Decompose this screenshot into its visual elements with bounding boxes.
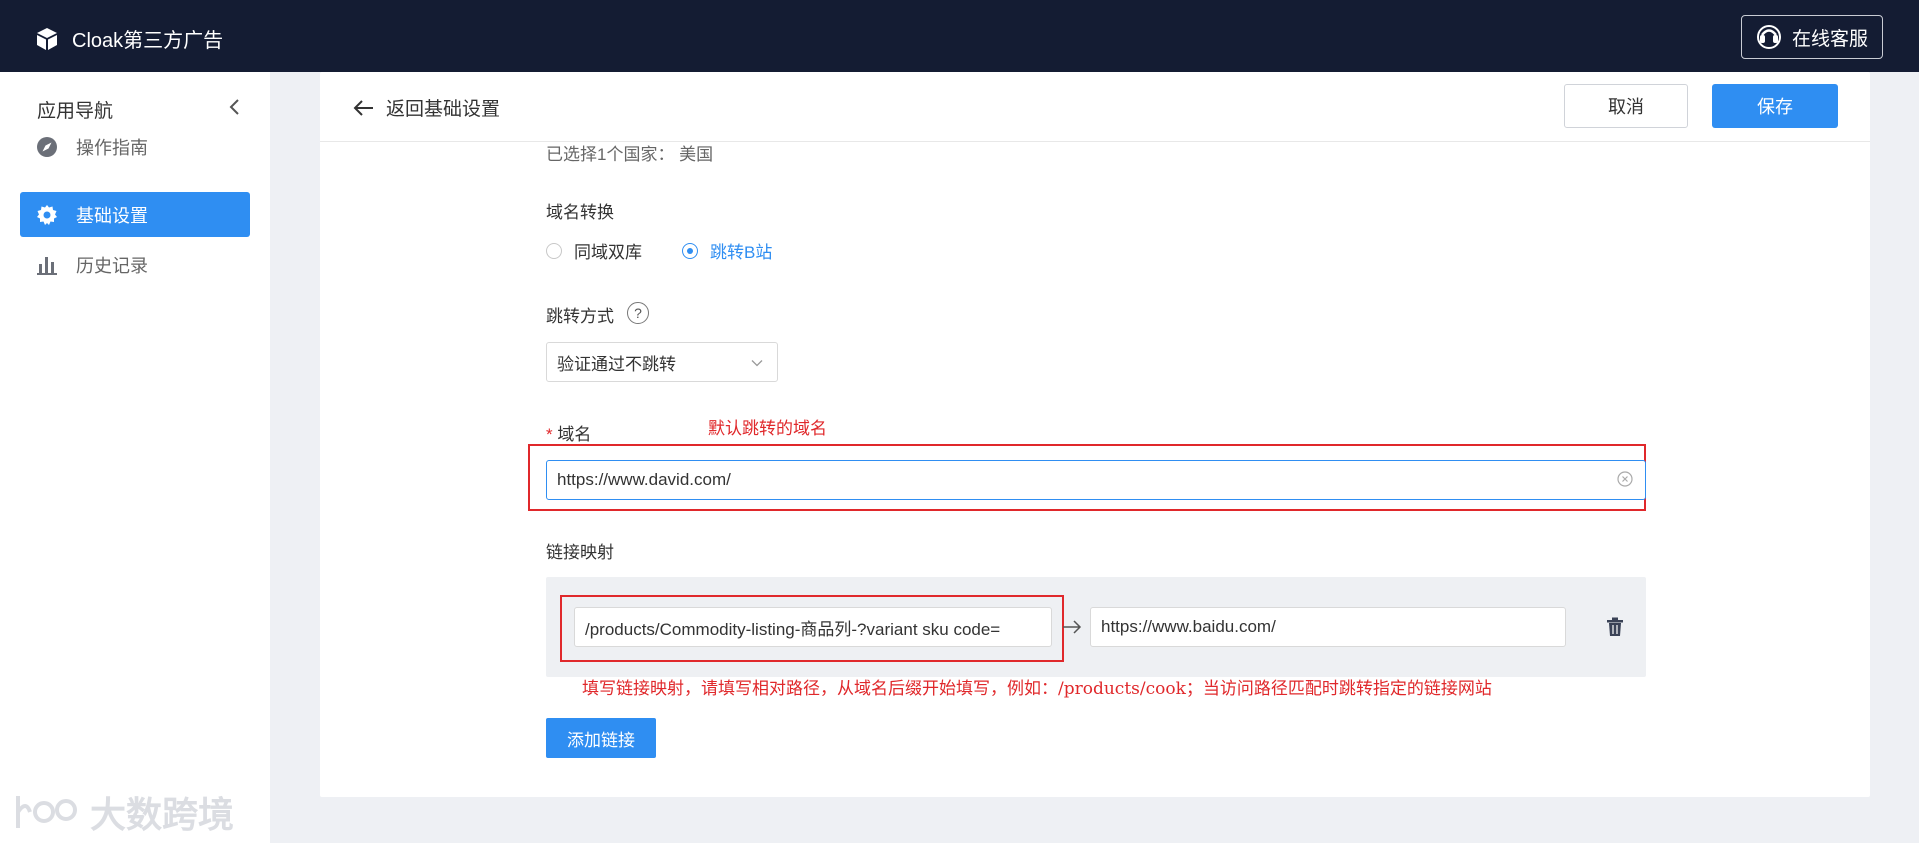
mapping-source-input[interactable]: /products/Commodity-listing-商品列-?variant… [574,607,1052,647]
mapping-source-value: /products/Commodity-listing-商品列-?variant… [585,619,1001,639]
top-bar: Cloak第三方广告 在线客服 [0,0,1919,72]
back-label: 返回基础设置 [386,99,501,120]
app-title: Cloak第三方广告 [72,30,224,52]
domain-label: * 域名 [546,420,591,445]
gear-icon [37,204,57,225]
cube-icon [37,27,57,50]
domain-annotation: 默认跳转的域名 [708,419,827,439]
add-link-button[interactable]: 添加链接 [546,718,656,758]
selected-countries-text: 已选择1个国家： 美国 [546,145,714,164]
sidebar-item-label: 历史记录 [76,255,148,276]
clear-icon[interactable] [1617,471,1633,487]
radio-button[interactable] [546,242,562,259]
back-to-basic-settings-link[interactable]: 返回基础设置 [352,94,500,121]
radio-same-domain[interactable]: 同域双库 [546,238,642,263]
arrow-right-icon [1063,620,1082,634]
settings-card: 返回基础设置 取消 保存 已选择1个国家： 美国 域名转换 同域双库 跳转B站 … [320,72,1870,797]
bar-chart-icon [37,256,57,275]
support-label: 在线客服 [1791,28,1868,50]
required-mark: * [546,425,553,444]
app-brand: Cloak第三方广告 [36,24,223,53]
arrow-left-icon [353,99,373,116]
domain-input[interactable]: https://www.david.com/ [546,460,1646,500]
mapping-annotation: 填写链接映射，请填写相对路径，从域名后缀开始填写，例如：/products/co… [582,679,1492,699]
sidebar-item-basic-settings[interactable]: 基础设置 [20,192,250,237]
radio-button[interactable] [682,242,698,259]
watermark-logo-icon [16,796,77,828]
domain-switch-label: 域名转换 [546,203,614,222]
sidebar-title: 应用导航 [37,101,114,122]
sidebar-item-label: 操作指南 [76,137,148,158]
mapping-target-input[interactable]: https://www.baidu.com/ [1090,607,1566,647]
redirect-mode-select[interactable]: 验证通过不跳转 [546,342,778,382]
compass-icon [37,136,57,157]
sidebar-item-label: 基础设置 [76,205,148,226]
watermark-text: 大数跨境 [90,794,235,835]
chevron-down-icon [751,360,763,367]
card-header: 返回基础设置 取消 保存 [320,72,1870,142]
radio-label: 同域双库 [574,243,642,262]
save-button[interactable]: 保存 [1712,84,1838,128]
radio-label: 跳转B站 [710,243,773,262]
radio-redirect-b-site[interactable]: 跳转B站 [682,238,772,263]
cancel-button[interactable]: 取消 [1564,84,1688,128]
sidebar-item-history[interactable]: 历史记录 [20,242,250,287]
watermark: 大数跨境 [12,786,234,838]
select-value: 验证通过不跳转 [557,354,676,374]
domain-label-text: 域名 [557,425,592,444]
trash-icon[interactable] [1606,617,1624,637]
link-mapping-label: 链接映射 [546,543,614,562]
online-support-button[interactable]: 在线客服 [1741,15,1883,59]
help-icon[interactable]: ? [627,302,649,324]
sidebar-item-guide[interactable]: 操作指南 [20,124,250,169]
chevron-left-icon[interactable] [226,98,244,116]
mapping-target-value: https://www.baidu.com/ [1101,617,1276,636]
domain-input-value: https://www.david.com/ [557,470,731,489]
headset-icon [1756,25,1781,49]
redirect-mode-label: 跳转方式 [546,307,614,326]
sidebar: 应用导航 操作指南 基础设置 历史记录 [0,72,270,843]
